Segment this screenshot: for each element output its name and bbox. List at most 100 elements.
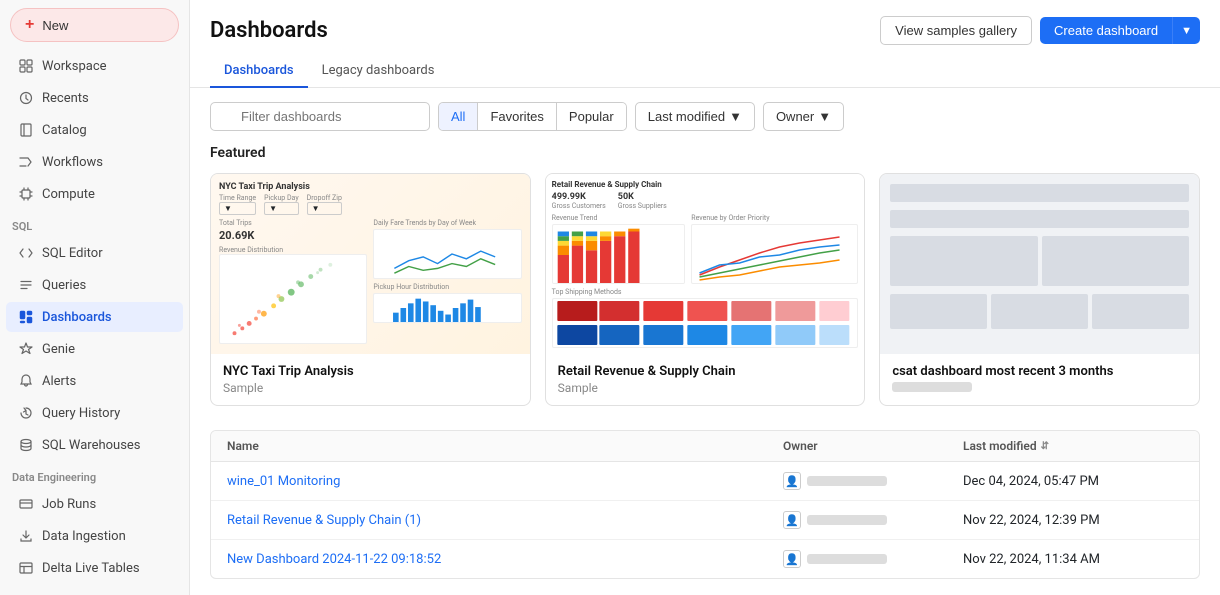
sidebar-item-catalog-label: Catalog — [42, 123, 87, 138]
sidebar-item-job-runs-label: Job Runs — [42, 497, 96, 512]
owner-name-placeholder — [807, 476, 887, 486]
sidebar-item-genie-label: Genie — [42, 342, 75, 357]
table-icon — [18, 560, 34, 576]
sidebar-item-query-history[interactable]: Query History — [6, 398, 183, 428]
row-modified-retail: Nov 22, 2024, 12:39 PM — [963, 513, 1183, 528]
sidebar-item-recents[interactable]: Recents — [6, 83, 183, 113]
sidebar-item-workflows[interactable]: Workflows — [6, 147, 183, 177]
filter-favorites-button[interactable]: Favorites — [478, 103, 556, 130]
sort-icon: ⇵ — [1041, 441, 1049, 452]
header-actions: View samples gallery Create dashboard ▼ — [880, 16, 1200, 45]
sidebar-item-dashboards[interactable]: Dashboards — [6, 302, 183, 332]
clock-icon — [18, 90, 34, 106]
nyc-taxi-subtitle: Sample — [223, 381, 518, 395]
sidebar-item-data-ingestion[interactable]: Data Ingestion — [6, 521, 183, 551]
dashboard-link-new[interactable]: New Dashboard 2024-11-22 09:18:52 — [227, 552, 441, 567]
retail-title: Retail Revenue & Supply Chain — [558, 364, 853, 379]
dashboard-link-wine[interactable]: wine_01 Monitoring — [227, 474, 340, 489]
col-last-modified: Last modified ⇵ — [963, 439, 1183, 453]
nyc-taxi-preview: NYC Taxi Trip Analysis Time Range ▼ Pick… — [211, 174, 530, 354]
filters-bar: 🔍 All Favorites Popular Last modified ▼ … — [190, 102, 1220, 145]
sidebar-item-workflows-label: Workflows — [42, 155, 103, 170]
sidebar-item-delta-live-tables-label: Delta Live Tables — [42, 561, 140, 576]
create-dashboard-dropdown-button[interactable]: ▼ — [1172, 17, 1200, 44]
featured-section-label: Featured — [210, 145, 1200, 161]
create-dashboard-button[interactable]: Create dashboard — [1040, 17, 1172, 44]
table-header: Name Owner Last modified ⇵ — [211, 431, 1199, 462]
owner-label: Owner — [776, 109, 814, 124]
user-icon: 👤 — [783, 472, 801, 490]
grid-icon — [18, 58, 34, 74]
tab-dashboards[interactable]: Dashboards — [210, 55, 308, 88]
search-input[interactable] — [210, 102, 430, 131]
de-section-label: Data Engineering — [0, 461, 189, 488]
nyc-taxi-title: NYC Taxi Trip Analysis — [223, 364, 518, 379]
sidebar-item-compute-label: Compute — [42, 187, 95, 202]
featured-card-retail[interactable]: Retail Revenue & Supply Chain 499.99K Gr… — [545, 173, 866, 406]
sidebar-item-workspace-label: Workspace — [42, 59, 107, 74]
nyc-taxi-info: NYC Taxi Trip Analysis Sample — [211, 354, 530, 405]
sidebar-item-compute[interactable]: Compute — [6, 179, 183, 209]
dashboard-link-retail[interactable]: Retail Revenue & Supply Chain (1) — [227, 513, 421, 528]
table-row: New Dashboard 2024-11-22 09:18:52 👤 Nov … — [211, 540, 1199, 578]
filter-type-group: All Favorites Popular — [438, 102, 627, 131]
sidebar-item-genie[interactable]: Genie — [6, 334, 183, 364]
sidebar-item-data-ingestion-label: Data Ingestion — [42, 529, 126, 544]
page-title: Dashboards — [210, 18, 328, 43]
tab-legacy-dashboards[interactable]: Legacy dashboards — [308, 55, 449, 88]
row-modified-wine: Dec 04, 2024, 05:47 PM — [963, 474, 1183, 489]
sidebar-item-workspace[interactable]: Workspace — [6, 51, 183, 81]
sidebar-item-sql-warehouses-label: SQL Warehouses — [42, 438, 141, 453]
row-owner-new: 👤 — [783, 550, 963, 568]
row-name-new: New Dashboard 2024-11-22 09:18:52 — [227, 552, 783, 567]
row-owner-retail: 👤 — [783, 511, 963, 529]
main-content: Dashboards View samples gallery Create d… — [190, 0, 1220, 595]
csat-preview-area — [880, 174, 1199, 354]
sidebar-item-query-history-label: Query History — [42, 406, 120, 421]
view-samples-button[interactable]: View samples gallery — [880, 16, 1032, 45]
sidebar-item-queries[interactable]: Queries — [6, 270, 183, 300]
create-dashboard-group: Create dashboard ▼ — [1040, 17, 1200, 44]
sidebar-item-job-runs[interactable]: Job Runs — [6, 489, 183, 519]
chevron-down-icon-2: ▼ — [818, 109, 831, 124]
user-icon-3: 👤 — [783, 550, 801, 568]
shuffle-icon — [18, 154, 34, 170]
plus-icon: + — [25, 16, 34, 34]
download-icon — [18, 528, 34, 544]
row-modified-new: Nov 22, 2024, 11:34 AM — [963, 552, 1183, 567]
last-modified-filter-button[interactable]: Last modified ▼ — [635, 102, 755, 131]
featured-card-csat[interactable]: csat dashboard most recent 3 months — [879, 173, 1200, 406]
sidebar-item-alerts-label: Alerts — [42, 374, 76, 389]
featured-card-nyc-taxi[interactable]: NYC Taxi Trip Analysis Time Range ▼ Pick… — [210, 173, 531, 406]
last-modified-label: Last modified — [648, 109, 725, 124]
owner-filter-button[interactable]: Owner ▼ — [763, 102, 844, 131]
sql-section-label: SQL — [0, 210, 189, 237]
owner-name-placeholder-3 — [807, 554, 887, 564]
sidebar-item-sql-editor[interactable]: SQL Editor — [6, 238, 183, 268]
sidebar-item-catalog[interactable]: Catalog — [6, 115, 183, 145]
sidebar-item-dashboards-label: Dashboards — [42, 310, 112, 325]
code-icon — [18, 245, 34, 261]
csat-subtitle-placeholder — [892, 382, 972, 392]
row-name-wine: wine_01 Monitoring — [227, 474, 783, 489]
book-icon — [18, 122, 34, 138]
sidebar-item-delta-live-tables[interactable]: Delta Live Tables — [6, 553, 183, 583]
sidebar-item-sql-warehouses[interactable]: SQL Warehouses — [6, 430, 183, 460]
content-area: Featured NYC Taxi Trip Analysis Time Ran… — [190, 145, 1220, 595]
retail-subtitle: Sample — [558, 381, 853, 395]
sidebar-item-alerts[interactable]: Alerts — [6, 366, 183, 396]
bell-icon — [18, 373, 34, 389]
dashboard-icon — [18, 309, 34, 325]
tabs: Dashboards Legacy dashboards — [190, 45, 1220, 88]
sidebar-item-queries-label: Queries — [42, 278, 86, 293]
filter-popular-button[interactable]: Popular — [557, 103, 626, 130]
user-icon-2: 👤 — [783, 511, 801, 529]
new-button[interactable]: + New — [10, 8, 179, 42]
col-owner: Owner — [783, 439, 963, 453]
owner-name-placeholder-2 — [807, 515, 887, 525]
main-header: Dashboards View samples gallery Create d… — [190, 0, 1220, 45]
filter-all-button[interactable]: All — [439, 103, 478, 130]
csat-title: csat dashboard most recent 3 months — [892, 364, 1187, 379]
dashboards-table: Name Owner Last modified ⇵ wine_01 Monit… — [210, 430, 1200, 579]
list-icon — [18, 277, 34, 293]
